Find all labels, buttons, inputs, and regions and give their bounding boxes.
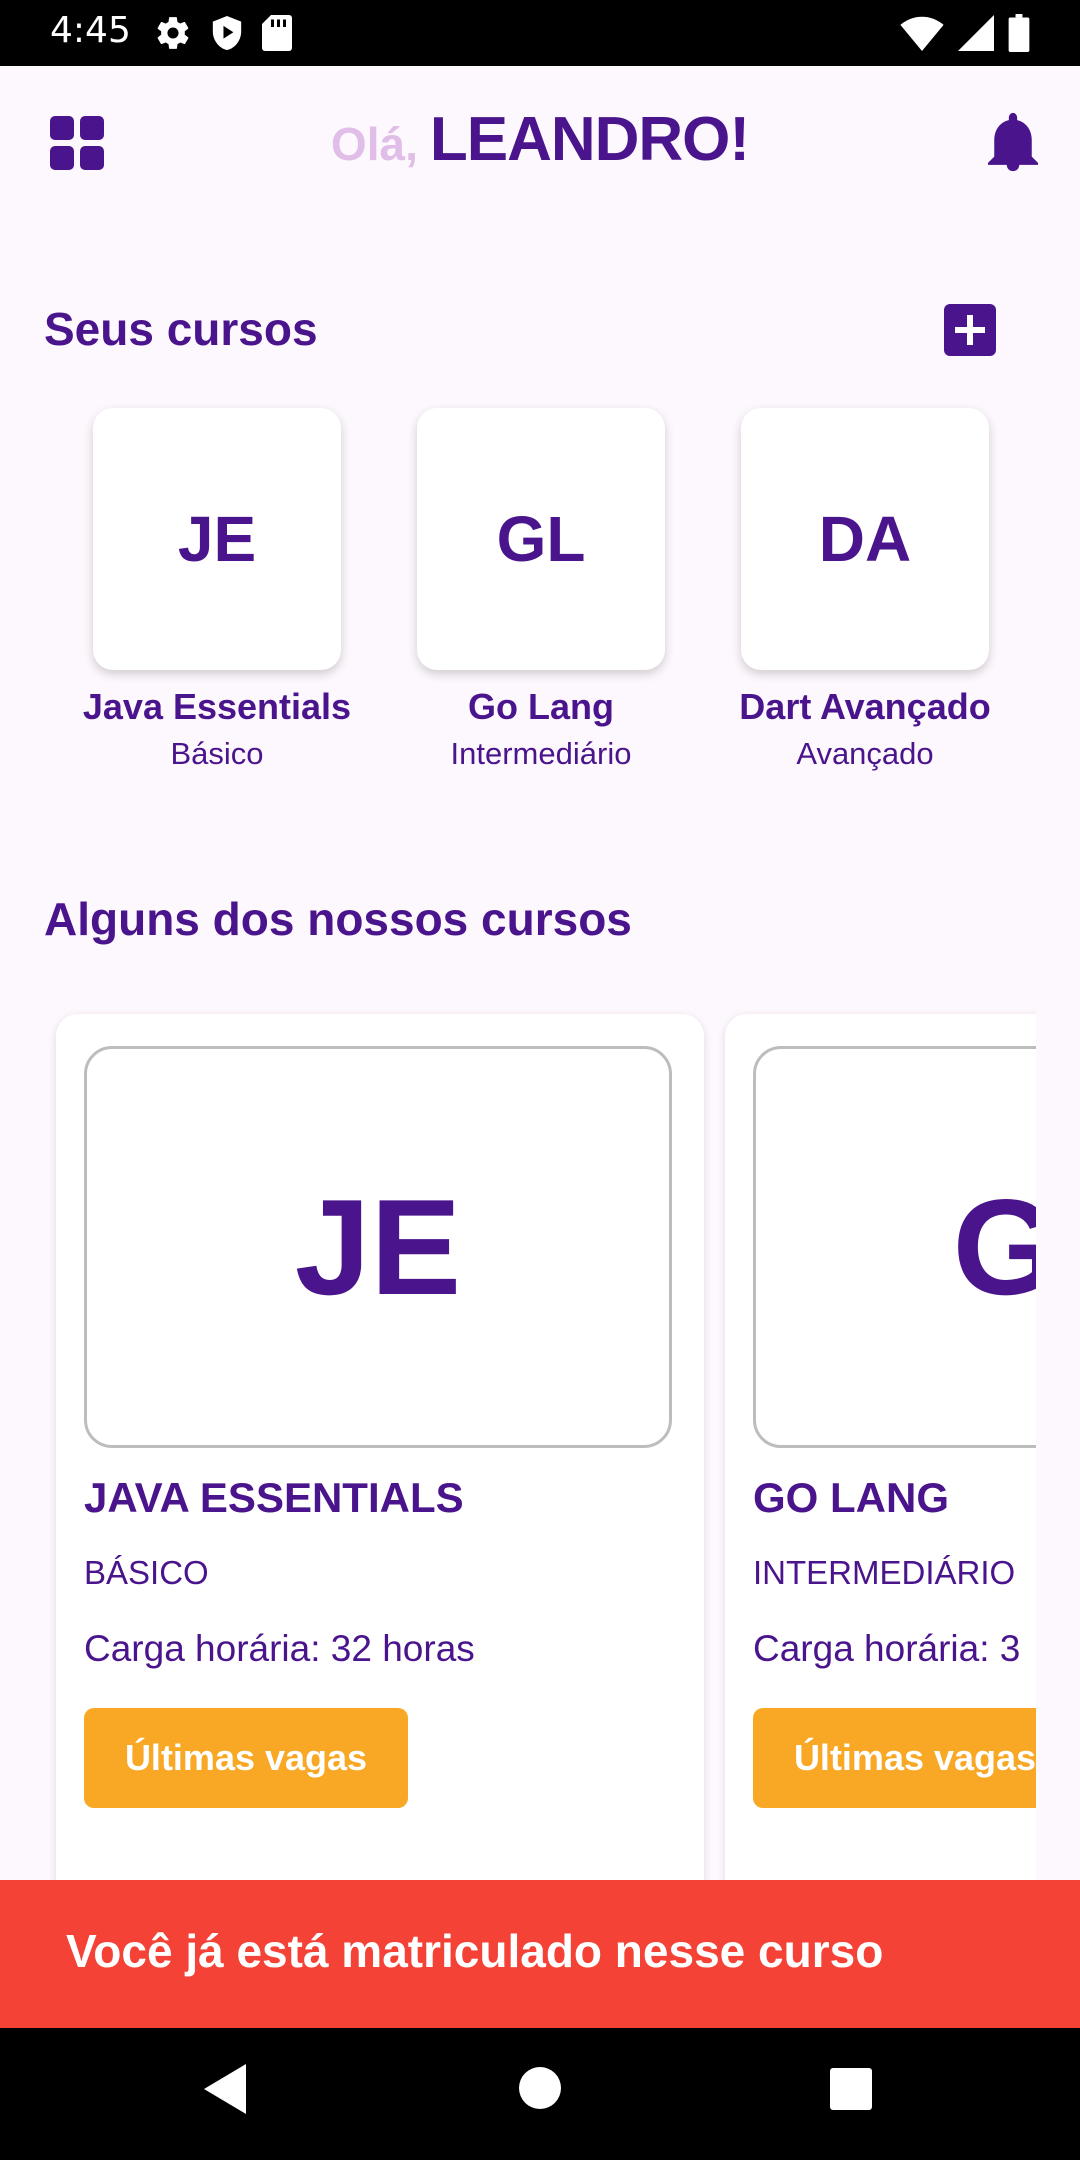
featured-courses-title: Alguns dos nossos cursos (44, 893, 632, 945)
my-course-level: Avançado (796, 736, 934, 771)
settings-icon (157, 17, 189, 49)
my-course-item[interactable]: DA Dart Avançado Avançado (739, 408, 991, 772)
last-spots-button[interactable]: Últimas vagas (753, 1708, 1036, 1808)
greeting: Olá, LEANDRO! (0, 104, 1080, 175)
my-course-initials: GL (417, 408, 665, 670)
play-protect-icon (212, 16, 242, 50)
battery-icon (1008, 14, 1030, 52)
app-header: Olá, LEANDRO! (0, 66, 1080, 216)
course-hours: Carga horária: 3 (753, 1628, 1021, 1669)
my-course-name: Dart Avançado (739, 686, 991, 727)
sd-card-icon (262, 15, 292, 51)
back-icon[interactable] (204, 2064, 248, 2114)
my-course-initials: JE (93, 408, 341, 670)
status-bar: 4:45 (0, 0, 1080, 66)
course-thumbnail: JE (84, 1046, 672, 1448)
user-name: LEANDRO! (429, 105, 750, 174)
my-course-level: Intermediário (450, 736, 632, 771)
my-course-name: Java Essentials (82, 686, 352, 727)
recents-icon[interactable] (830, 2068, 872, 2110)
featured-course-card[interactable]: GL GO LANG INTERMEDIÁRIO Carga horária: … (725, 1014, 1036, 1880)
error-snackbar: Você já está matriculado nesse curso (0, 1880, 1080, 2028)
my-courses-title: Seus cursos (44, 303, 318, 355)
system-navigation-bar (0, 2028, 1080, 2160)
status-time: 4:45 (50, 10, 131, 51)
my-course-item[interactable]: GL Go Lang Intermediário (416, 408, 666, 772)
my-course-initials: DA (741, 408, 989, 670)
my-course-item[interactable]: JE Java Essentials Básico (83, 408, 351, 772)
cellular-signal-icon (958, 15, 994, 51)
featured-courses-carousel[interactable]: JE JAVA ESSENTIALS BÁSICO Carga horária:… (0, 1010, 1036, 1880)
last-spots-button[interactable]: Últimas vagas (84, 1708, 408, 1808)
wifi-icon (900, 16, 944, 51)
add-course-icon[interactable] (944, 304, 996, 356)
my-course-name: Go Lang (468, 686, 614, 727)
notification-bell-icon[interactable] (988, 112, 1038, 172)
featured-course-card[interactable]: JE JAVA ESSENTIALS BÁSICO Carga horária:… (56, 1014, 704, 1880)
course-title: GO LANG (753, 1474, 949, 1521)
snackbar-message: Você já está matriculado nesse curso (66, 1925, 884, 1977)
home-icon[interactable] (518, 2066, 562, 2110)
course-level: INTERMEDIÁRIO (753, 1554, 1016, 1591)
greeting-prefix: Olá, (330, 118, 418, 170)
course-level: BÁSICO (84, 1554, 209, 1591)
my-course-level: Básico (170, 736, 264, 771)
plus-icon (955, 315, 985, 345)
course-title: JAVA ESSENTIALS (84, 1474, 464, 1521)
course-hours: Carga horária: 32 horas (84, 1628, 475, 1669)
course-thumbnail: GL (753, 1046, 1036, 1448)
